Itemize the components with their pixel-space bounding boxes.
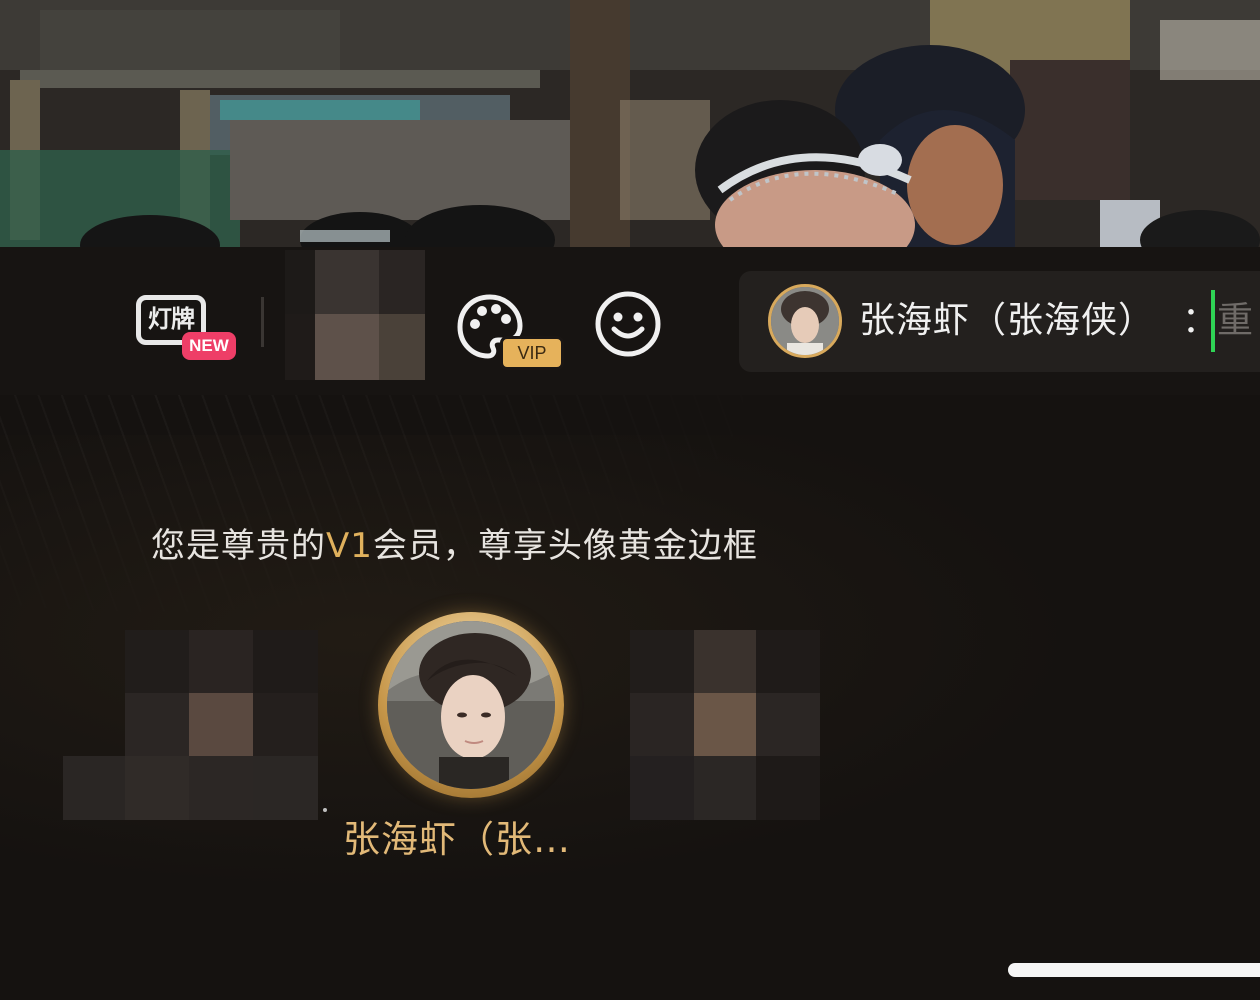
new-badge: NEW <box>182 332 236 360</box>
smile-icon <box>595 291 661 357</box>
blurred-toolbar-item[interactable] <box>285 250 425 380</box>
comment-placeholder: 重 <box>1217 300 1254 341</box>
decorative-dot <box>323 808 327 812</box>
avatar-portrait-large <box>387 621 555 789</box>
emoji-button[interactable] <box>593 289 663 359</box>
frame-option-blurred-right[interactable] <box>630 630 820 820</box>
avatar-portrait <box>771 287 839 355</box>
user-avatar <box>768 284 842 358</box>
toolbar-divider <box>261 297 264 347</box>
selected-frame-name: 张海虾（张… <box>343 818 571 861</box>
video-frame-image <box>0 0 1260 247</box>
comment-input-box[interactable]: 张海虾（张海侠） ： 重 <box>739 271 1260 372</box>
vip-badge: VIP <box>500 336 564 370</box>
member-suffix: 会员，尊享头像黄金边框 <box>372 526 758 566</box>
member-level: V1 <box>326 526 373 566</box>
screen: 灯牌 NEW VIP 张海虾（张海侠） ： 重 您是尊贵的V1会员，尊享头像黄金… <box>0 0 1260 1000</box>
comment-username: 张海虾（张海侠） <box>859 300 1156 341</box>
frame-avatar-photo <box>387 621 555 789</box>
home-indicator[interactable] <box>1008 963 1260 977</box>
video-preview[interactable] <box>0 0 1260 247</box>
member-benefit-text: 您是尊贵的V1会员，尊享头像黄金边框 <box>151 526 758 566</box>
frame-option-blurred-left[interactable] <box>63 630 318 820</box>
member-prefix: 您是尊贵的 <box>151 526 326 566</box>
text-cursor <box>1211 290 1215 352</box>
lamp-sign-button[interactable]: 灯牌 NEW <box>134 295 238 365</box>
theme-palette-button[interactable]: VIP <box>455 292 564 370</box>
gold-frame-avatar-selected[interactable] <box>378 612 564 798</box>
